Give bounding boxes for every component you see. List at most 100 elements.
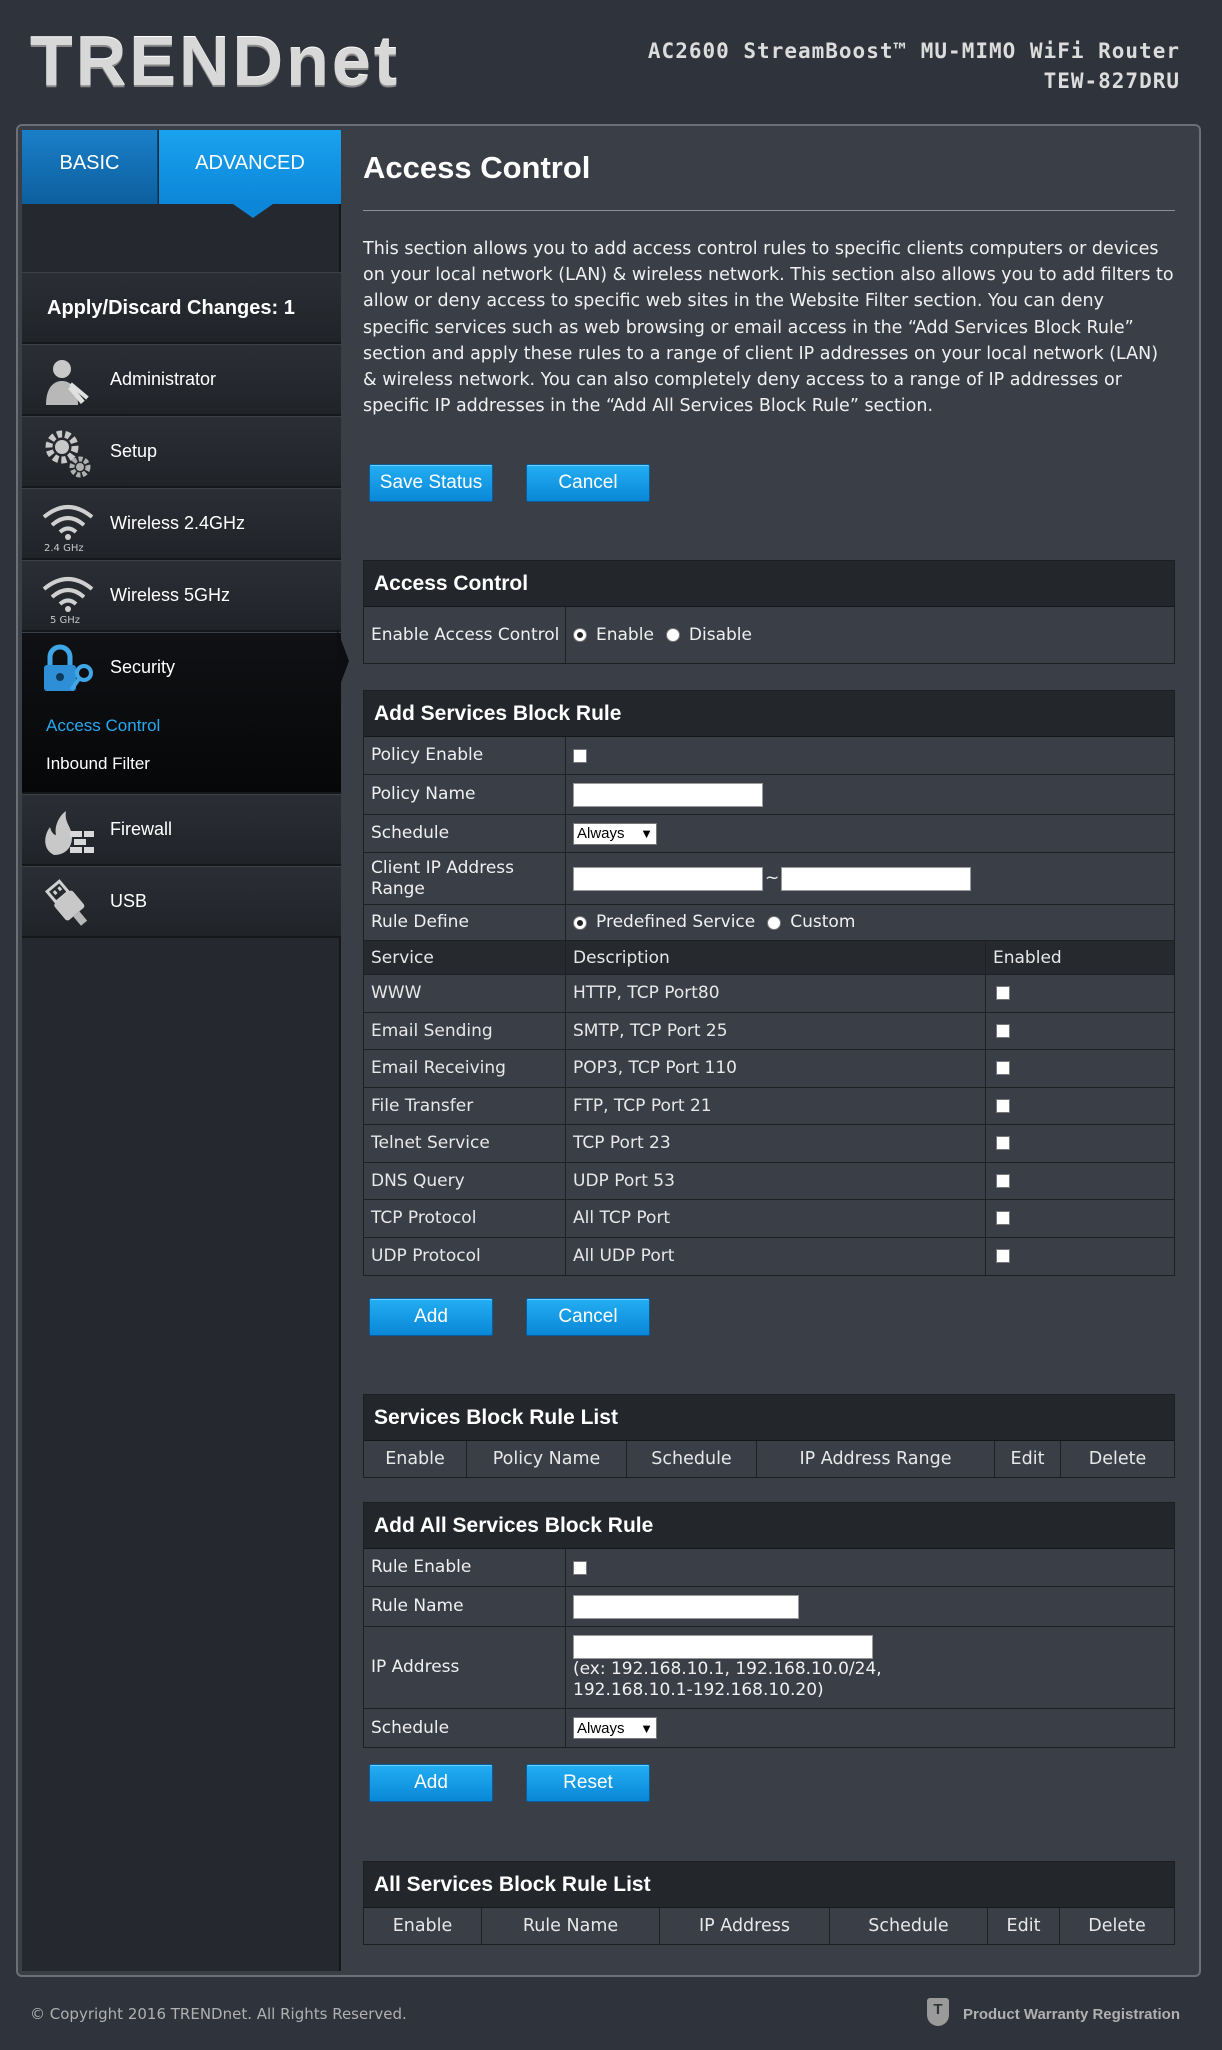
trendnet-logo: TRENDnet <box>30 22 401 100</box>
service-name: Email Sending <box>364 1012 566 1049</box>
add-services-block-rule-panel: Add Services Block Rule Policy Enable Po… <box>363 690 1175 1276</box>
wifi-5ghz-icon: 5 GHz <box>42 577 94 625</box>
reset-button[interactable]: Reset <box>526 1764 650 1802</box>
service-enabled-checkbox[interactable] <box>996 1098 1010 1113</box>
lock-key-icon <box>44 644 93 691</box>
sidebar-item-administrator[interactable]: Administrator <box>22 344 341 416</box>
sidebar-item-label: Administrator <box>110 369 217 389</box>
field-label: Schedule <box>364 1709 566 1747</box>
wifi-band-caption: 2.4 GHz <box>44 543 84 553</box>
service-enabled-cell <box>986 1125 1174 1162</box>
ip-address-input[interactable] <box>573 1634 873 1659</box>
service-name: Email Receiving <box>364 1050 566 1087</box>
service-enabled-cell <box>986 1200 1174 1237</box>
wifi-24ghz-icon: 2.4 GHz <box>42 505 94 553</box>
active-item-pointer <box>337 629 349 693</box>
cancel-button[interactable]: Cancel <box>526 464 650 502</box>
table-row: Email Receiving POP3, TCP Port 110 <box>364 1050 1174 1088</box>
sidebar-subitem-inbound-filter[interactable]: Inbound Filter <box>46 754 150 774</box>
field-value: ~ <box>566 853 1174 904</box>
tab-advanced[interactable]: ADVANCED <box>159 130 341 204</box>
panel-title: Add Services Block Rule <box>364 691 1174 737</box>
all-services-block-rule-list-panel: All Services Block Rule List Enable Rule… <box>363 1861 1175 1945</box>
enable-radio[interactable] <box>573 628 587 642</box>
apply-discard-changes[interactable]: Apply/Discard Changes: 1 <box>22 272 341 344</box>
sidebar-item-wireless-24ghz[interactable]: 2.4 GHz Wireless 2.4GHz <box>22 488 341 560</box>
service-enabled-checkbox[interactable] <box>996 1061 1010 1076</box>
service-enabled-checkbox[interactable] <box>996 1173 1010 1188</box>
field-value: Enable Disable <box>566 607 1174 663</box>
rule-name-input[interactable] <box>573 1594 799 1619</box>
column-header: Description <box>566 941 986 974</box>
column-header: Edit <box>988 1908 1060 1944</box>
column-header: Edit <box>995 1441 1061 1477</box>
sidebar-item-setup[interactable]: Setup <box>22 416 341 488</box>
all-schedule-select[interactable]: Always ▼ <box>573 1717 657 1739</box>
table-row: DNS Query UDP Port 53 <box>364 1162 1174 1200</box>
table-row: TCP Protocol All TCP Port <box>364 1200 1174 1238</box>
field-label: IP Address <box>364 1627 566 1708</box>
service-enabled-checkbox[interactable] <box>996 1249 1010 1264</box>
service-enabled-checkbox[interactable] <box>996 1136 1010 1151</box>
column-header: Enable <box>364 1908 482 1944</box>
add-services-rule-button[interactable]: Add <box>369 1298 493 1336</box>
services-block-rule-list-panel: Services Block Rule List Enable Policy N… <box>363 1394 1175 1478</box>
table-row: File Transfer FTP, TCP Port 21 <box>364 1087 1174 1125</box>
service-enabled-checkbox[interactable] <box>996 986 1010 1001</box>
column-header: Enable <box>364 1441 467 1477</box>
range-separator: ~ <box>765 868 780 888</box>
usb-icon <box>44 879 88 926</box>
service-enabled-checkbox[interactable] <box>996 1023 1010 1038</box>
schedule-select[interactable]: Always ▼ <box>573 822 657 845</box>
rule-enable-checkbox[interactable] <box>573 1560 587 1575</box>
field-label: Rule Define <box>364 905 566 940</box>
sidebar-item-wireless-5ghz[interactable]: 5 GHz Wireless 5GHz <box>22 560 341 632</box>
service-enabled-cell <box>986 975 1174 1012</box>
sidebar-item-label: Wireless 5GHz <box>110 585 231 605</box>
sidebar-item-usb[interactable]: USB <box>22 866 341 938</box>
field-value: Predefined Service Custom <box>566 905 1174 940</box>
all-schedule-row: Schedule Always ▼ <box>364 1709 1174 1747</box>
field-label: Policy Name <box>364 775 566 814</box>
sidebar-subitem-access-control[interactable]: Access Control <box>46 716 160 736</box>
panel-title: Add All Services Block Rule <box>364 1503 1174 1549</box>
trendnet-shield-icon: T <box>927 1998 950 2026</box>
column-header: Service <box>364 941 566 974</box>
page-description: This section allows you to add access co… <box>363 239 1174 417</box>
table-row: Email Sending SMTP, TCP Port 25 <box>364 1012 1174 1050</box>
product-warranty-registration-link[interactable]: T Product Warranty Registration <box>927 1998 1180 2026</box>
policy-name-input[interactable] <box>573 782 763 807</box>
column-header: Enabled <box>993 947 1062 968</box>
service-enabled-cell <box>986 1238 1174 1276</box>
sidebar-item-security[interactable]: Security Access Control Inbound Filter <box>22 632 341 794</box>
warranty-label: Product Warranty Registration <box>963 2006 1180 2023</box>
ip-address-row: IP Address (ex: 192.168.10.1, 192.168.10… <box>364 1627 1174 1709</box>
add-all-services-block-rule-panel: Add All Services Block Rule Rule Enable … <box>363 1502 1175 1748</box>
cancel-services-rule-button[interactable]: Cancel <box>526 1298 650 1336</box>
ip-range-end-input[interactable] <box>781 866 972 891</box>
sidebar-item-firewall[interactable]: Firewall <box>22 794 341 866</box>
field-value <box>566 1549 1174 1586</box>
policy-enable-checkbox[interactable] <box>573 748 587 763</box>
service-enabled-cell <box>986 1050 1174 1087</box>
sidebar: BASIC ADVANCED Apply/Discard Changes: 1 … <box>22 130 341 1971</box>
disable-radio[interactable] <box>665 628 680 642</box>
service-enabled-checkbox[interactable] <box>996 1211 1010 1226</box>
service-name: Telnet Service <box>364 1125 566 1162</box>
predefined-service-radio[interactable] <box>573 915 587 930</box>
enable-radio-label: Enable <box>596 624 654 645</box>
field-value <box>566 737 1174 774</box>
service-description: All UDP Port <box>566 1237 986 1275</box>
predefined-service-label: Predefined Service <box>596 912 756 932</box>
copyright-text: © Copyright 2016 TRENDnet. All Rights Re… <box>30 2005 407 2023</box>
add-all-services-rule-button[interactable]: Add <box>369 1764 493 1802</box>
custom-radio[interactable] <box>767 915 782 930</box>
table-row: WWW HTTP, TCP Port80 <box>364 975 1174 1013</box>
save-status-button[interactable]: Save Status <box>369 464 493 502</box>
tab-basic[interactable]: BASIC <box>22 130 158 204</box>
ip-range-start-input[interactable] <box>573 866 763 891</box>
panel-title: Services Block Rule List <box>364 1395 1174 1441</box>
service-enabled-cell <box>986 1013 1174 1050</box>
active-tab-pointer <box>233 204 273 218</box>
custom-radio-label: Custom <box>790 912 856 932</box>
